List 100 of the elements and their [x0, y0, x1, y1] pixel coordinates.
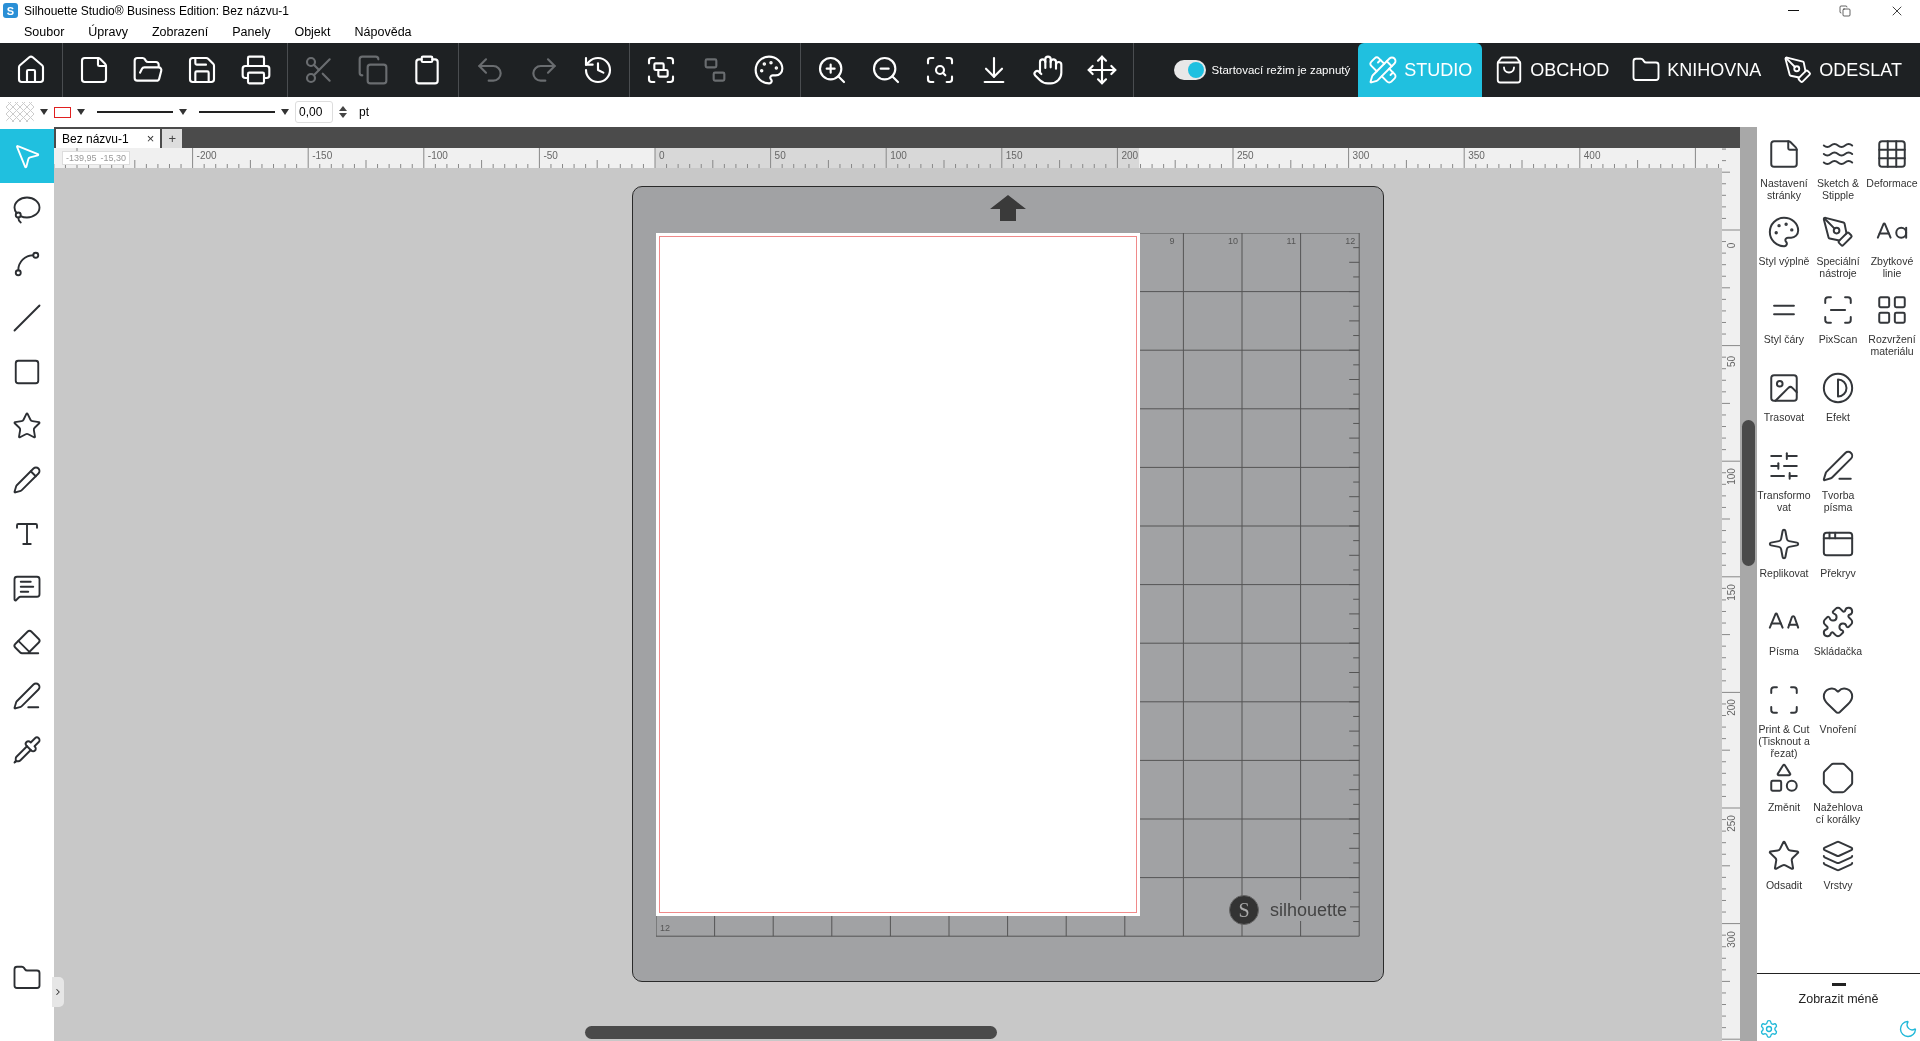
text-box-icon	[12, 573, 42, 603]
panel-button[interactable]: Efekt	[1811, 369, 1865, 447]
new-tab-button[interactable]: +	[162, 129, 183, 148]
pen-line-icon	[1821, 449, 1855, 483]
panel-button[interactable]: Speciální nástroje	[1811, 213, 1865, 291]
home-icon	[15, 54, 47, 86]
sparkle-icon	[1767, 527, 1801, 561]
ruler-label: 400	[1583, 150, 1601, 161]
panel-button[interactable]: Sketch & Stipple	[1811, 135, 1865, 213]
save-icon	[186, 54, 218, 86]
scrollbar-thumb[interactable]	[1742, 420, 1755, 566]
scrollbar-thumb[interactable]	[585, 1026, 997, 1039]
stroke-color-swatch[interactable]	[54, 106, 71, 118]
rectangle-icon	[12, 357, 42, 387]
ruler-label: 0	[1725, 241, 1737, 251]
scan-icon	[1821, 293, 1855, 327]
menu-item[interactable]: Objekt	[282, 21, 343, 43]
panel-button[interactable]: PixScan	[1811, 291, 1865, 369]
dropdown-caret[interactable]	[281, 109, 289, 115]
panel-button[interactable]: Nažehlovací korálky	[1811, 759, 1865, 837]
bezier-icon	[12, 249, 42, 279]
palette-icon	[753, 54, 785, 86]
panel-button[interactable]: Nastavení stránky	[1757, 135, 1811, 213]
panel-button[interactable]: Styl výplně	[1757, 213, 1811, 291]
fill-pattern-swatch[interactable]	[6, 102, 34, 122]
chevron-icon	[53, 987, 63, 997]
panel-button[interactable]: Deformace	[1865, 135, 1919, 213]
ruler-label: 300	[1725, 930, 1737, 949]
menu-item[interactable]: Úpravy	[76, 21, 140, 43]
hand-icon	[1032, 54, 1064, 86]
panel-button[interactable]: Styl čáry	[1757, 291, 1811, 369]
warped-grid-icon	[1875, 137, 1909, 171]
window-title: Silhouette Studio® Business Edition: Bez názvu-1	[24, 3, 290, 18]
line-width-field[interactable]: 0,00	[295, 101, 333, 123]
panel-button[interactable]: Trasovat	[1757, 369, 1811, 447]
ruler-label: 50	[774, 150, 786, 161]
sliders-icon	[1767, 449, 1801, 483]
toggle-label: Startovací režim je zapnutý	[1211, 64, 1351, 76]
dropdown-caret[interactable]	[40, 109, 48, 115]
ruler-label: 150	[1005, 150, 1023, 161]
panel-button[interactable]: Zbytkové linie	[1865, 213, 1919, 291]
history-icon	[582, 54, 614, 86]
dropdown-caret[interactable]	[77, 109, 85, 115]
registration-marks-icon	[1767, 683, 1801, 717]
pencil-ruler-icon	[1368, 55, 1399, 85]
panel-button[interactable]: Rozvržení materiálu	[1865, 291, 1919, 369]
panel-button[interactable]: Změnit	[1757, 759, 1811, 837]
octagon-icon	[1821, 761, 1855, 795]
ruler-label: 200	[1121, 150, 1139, 161]
mat-number: 11	[1286, 236, 1296, 246]
pen-tool-icon	[1821, 215, 1855, 249]
panel-button[interactable]: Vnoření	[1811, 681, 1865, 760]
page-icon	[1767, 137, 1801, 171]
star-icon	[12, 411, 42, 441]
ruler-label: 250	[1237, 150, 1254, 161]
panel-button[interactable]: Písma	[1757, 603, 1811, 681]
move-arrows-icon	[1086, 54, 1118, 86]
panel-button[interactable]: Překryv	[1811, 525, 1865, 603]
ruler-label: 150	[1725, 583, 1737, 602]
spinner-arrows[interactable]	[339, 106, 347, 118]
eraser-icon	[12, 627, 42, 657]
shapes-icon	[1767, 761, 1801, 795]
document-tab[interactable]: Bez názvu-1 ×	[56, 129, 161, 148]
startup-toggle[interactable]	[1173, 60, 1206, 80]
show-less-button[interactable]: Zobrazit méně	[1792, 991, 1885, 1007]
panel-button[interactable]: Transformovat	[1757, 447, 1811, 525]
ruler-label: 100	[890, 150, 907, 161]
menu-item[interactable]: Nápověda	[342, 21, 424, 43]
eyedropper-icon	[12, 735, 42, 765]
ruler-label: -200	[196, 150, 217, 161]
layers-icon	[1821, 839, 1855, 873]
load-arrow-icon	[990, 195, 1026, 221]
line-icon	[12, 303, 42, 333]
ruler-label: 350	[1468, 150, 1485, 161]
panel-button[interactable]: Print & Cut (Tisknout a řezat)	[1757, 681, 1811, 760]
layout-grid-icon	[1875, 293, 1909, 327]
minimize-icon	[1787, 10, 1799, 11]
menu-item[interactable]: Soubor	[12, 21, 77, 43]
panel-button[interactable]: Skládačka	[1811, 603, 1865, 681]
dropdown-caret[interactable]	[179, 109, 187, 115]
nav-tab[interactable]: KNIHOVNA	[1621, 43, 1772, 97]
panel-button[interactable]: Vrstvy	[1811, 837, 1865, 915]
ruler-label: -50	[543, 150, 558, 161]
menu-item[interactable]: Zobrazení	[139, 21, 221, 43]
zoom-in-icon	[816, 54, 848, 86]
panel-button[interactable]: Odsadit	[1757, 837, 1811, 915]
panel-button[interactable]: Replikovat	[1757, 525, 1811, 603]
ruler-label: 50	[1725, 354, 1737, 369]
lasso-icon	[12, 195, 42, 225]
mat-number: 12	[1345, 236, 1356, 246]
tab-close-button[interactable]: ×	[146, 131, 155, 146]
tab-label: Bez názvu-1	[62, 131, 129, 146]
app-icon: S	[3, 3, 18, 18]
menu-item[interactable]: Panely	[220, 21, 283, 43]
mat-number: 9	[1169, 236, 1175, 246]
image-icon	[1767, 371, 1801, 405]
nav-tab[interactable]: OBCHOD	[1484, 43, 1620, 97]
mat-number: 10	[1228, 236, 1238, 246]
panel-button[interactable]: Tvorba písma	[1811, 447, 1865, 525]
nav-tab[interactable]: ODESLAT	[1773, 43, 1912, 97]
